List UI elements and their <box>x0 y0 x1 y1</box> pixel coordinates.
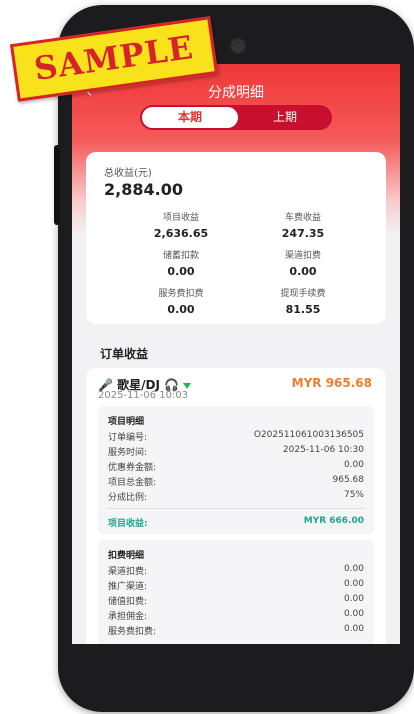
total-income-label: 总收益(元) <box>104 168 152 179</box>
summary-item-value: 0.00 <box>167 265 195 278</box>
summary-item-savings: 储蓄扣款 0.00 <box>126 248 236 278</box>
detail-row: 优惠券金额: 0.00 <box>108 460 364 473</box>
detail-row: 渠道扣费: 0.00 <box>108 564 364 577</box>
summary-item-channel: 渠道扣费 0.00 <box>248 248 358 278</box>
section-title-order-income: 订单收益 <box>100 347 149 361</box>
project-detail-box: 项目明细 订单编号: O202511061003136505 服务时间: 2025-… <box>98 406 374 534</box>
total-income-value: 2,884.00 <box>104 180 183 199</box>
summary-item-withdraw-fee: 提现手续费 81.55 <box>248 286 358 316</box>
summary-item-fare: 车费收益 247.35 <box>248 210 358 240</box>
detail-row: 项目总金额: 965.68 <box>108 475 364 488</box>
summary-item-label: 储蓄扣款 <box>162 251 199 261</box>
deduction-detail-box: 扣费明细 渠道扣费: 0.00 推广渠道: 0.00 储值扣费: 0.00 承担佣金:… <box>98 540 374 644</box>
front-camera <box>229 37 247 55</box>
summary-item-label: 车费收益 <box>284 213 321 223</box>
detail-row: 服务时间: 2025-11-06 10:30 <box>108 445 364 458</box>
caret-down-icon[interactable] <box>183 382 192 389</box>
order-card[interactable]: 🎤 歌星/DJ 🎧 MYR 965.68 2025-11-06 10:03 项目… <box>86 368 386 644</box>
detail-row: 推广渠道: 0.00 <box>108 579 364 592</box>
summary-item-service-fee: 服务费扣费 0.00 <box>126 286 236 316</box>
tab-previous-period[interactable]: 上期 <box>240 107 330 128</box>
summary-item-project: 项目收益 2,636.65 <box>126 210 236 240</box>
summary-item-label: 渠道扣费 <box>284 251 321 261</box>
summary-item-value: 0.00 <box>167 303 195 316</box>
summary-item-value: 2,636.65 <box>153 227 209 240</box>
project-income-row: 项目收益: MYR 666.00 <box>108 516 364 529</box>
summary-item-value: 0.00 <box>289 265 317 278</box>
summary-item-value: 81.55 <box>285 303 321 316</box>
app-screen: ‹ 分成明细 本期 上期 总收益(元) 2,884.00 项目收益 2,636.… <box>72 64 400 644</box>
order-date: 2025-11-06 10:03 <box>98 390 189 401</box>
summary-item-value: 247.35 <box>281 227 325 240</box>
deduction-detail-title: 扣费明细 <box>108 551 145 561</box>
detail-row: 服务费扣费: 0.00 <box>108 624 364 637</box>
detail-row: 储值扣费: 0.00 <box>108 594 364 607</box>
detail-row: 订单编号: O202511061003136505 <box>108 430 364 443</box>
summary-item-label: 提现手续费 <box>280 289 326 299</box>
tab-current-period[interactable]: 本期 <box>142 107 238 128</box>
detail-row: 分成比例: 75% <box>108 490 364 503</box>
side-button <box>54 145 60 225</box>
project-detail-title: 项目明细 <box>108 417 145 427</box>
summary-card: 总收益(元) 2,884.00 项目收益 2,636.65 车费收益 247.3… <box>86 152 386 324</box>
summary-item-label: 服务费扣费 <box>158 289 204 299</box>
period-toggle: 本期 上期 <box>140 105 332 130</box>
detail-row: 承担佣金: 0.00 <box>108 609 364 622</box>
summary-item-label: 项目收益 <box>162 213 199 223</box>
divider <box>108 508 364 509</box>
order-amount: MYR 965.68 <box>291 376 372 390</box>
